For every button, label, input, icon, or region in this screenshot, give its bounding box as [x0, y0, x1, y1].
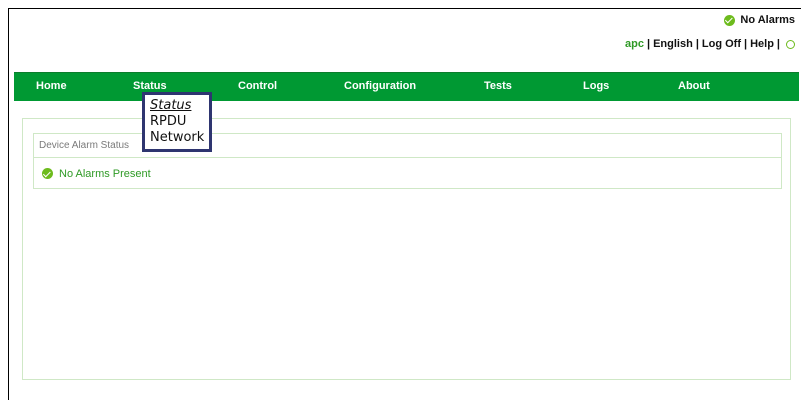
separator: |	[695, 38, 699, 50]
username: apc	[625, 38, 644, 50]
help-link[interactable]: Help	[750, 38, 774, 50]
menu-item-network[interactable]: Network	[150, 130, 205, 146]
status-dropdown-menu: Status RPDU Network	[142, 92, 212, 152]
nav-home[interactable]: Home	[36, 73, 67, 101]
language-link[interactable]: English	[653, 38, 693, 50]
alarm-status-label: No Alarms	[740, 14, 795, 26]
menu-item-status[interactable]: Status	[150, 98, 205, 114]
separator: |	[776, 38, 780, 50]
panel-body: No Alarms Present	[34, 158, 781, 189]
alarm-status-indicator[interactable]: No Alarms	[724, 14, 795, 26]
logoff-link[interactable]: Log Off	[702, 38, 741, 50]
nav-logs[interactable]: Logs	[583, 73, 609, 101]
menu-item-rpdu[interactable]: RPDU	[150, 114, 205, 130]
help-icon[interactable]	[786, 39, 795, 49]
check-circle-icon	[724, 14, 736, 26]
user-toolbar: apc | English | Log Off | Help |	[625, 38, 795, 50]
main-nav-bar: Home Status Control Configuration Tests …	[14, 72, 799, 101]
nav-about[interactable]: About	[678, 73, 710, 101]
nav-configuration[interactable]: Configuration	[344, 73, 416, 101]
nav-tests[interactable]: Tests	[484, 73, 512, 101]
separator: |	[744, 38, 748, 50]
nav-control[interactable]: Control	[238, 73, 277, 101]
no-alarms-message: No Alarms Present	[59, 167, 151, 180]
check-circle-icon	[42, 168, 53, 179]
separator: |	[647, 38, 651, 50]
content-area: Device Alarm Status No Alarms Present	[22, 118, 791, 380]
